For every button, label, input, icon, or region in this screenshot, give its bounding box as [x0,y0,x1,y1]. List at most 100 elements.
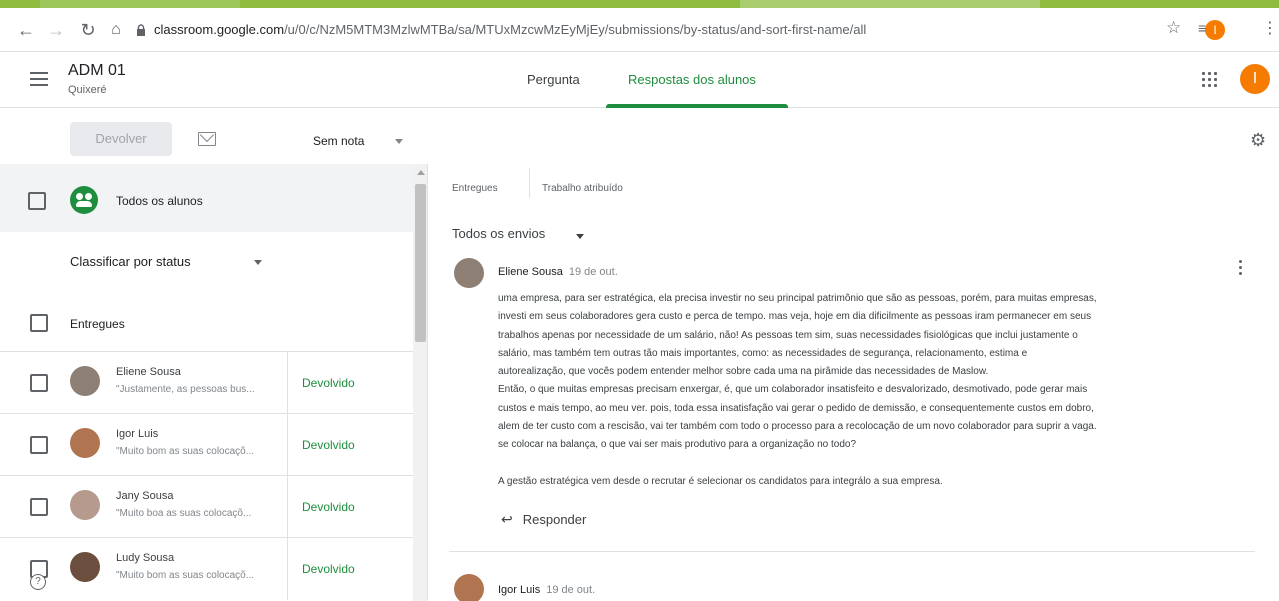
account-avatar[interactable]: I [1240,64,1270,94]
grading-toolbar: Devolver Sem nota ⚙ [0,108,1279,164]
scrollbar-thumb[interactable] [415,184,426,342]
stat-assigned-label: Trabalho atribuído [542,183,623,194]
chevron-down-icon[interactable] [576,234,584,239]
submission-date: 19 de out. [568,266,618,278]
submission-line: Então, o que muitas empresas precisam en… [498,384,1088,396]
submission-line: trabalhos apenas por necessidade de um s… [498,329,1078,341]
stat-submitted-label: Entregues [452,183,498,194]
student-name: Jany Sousa [116,490,174,502]
submission-author: Igor Luis 19 de out. [498,584,595,596]
avatar [454,574,484,601]
comment-preview: "Justamente, as pessoas bus... [116,384,255,395]
comment-preview: "Muito bom as suas colocaçõ... [116,446,255,457]
author-name: Eliene Sousa [498,266,563,278]
avatar [70,428,100,458]
assigned-count-partial: ˈ [544,164,550,176]
submission-line: alem de ter custo com a rescisão, vai te… [498,421,1097,433]
submission-line: investi em seus colaboradores gera custo… [498,311,1092,323]
scroll-up-icon[interactable] [417,170,425,175]
scrollbar[interactable] [413,164,427,601]
reply-icon: ↩ [501,511,513,527]
avatar [70,490,100,520]
column-divider [287,352,288,414]
stat-divider [529,168,530,198]
grade-select-value: Sem nota [313,134,365,148]
student-checkbox[interactable] [30,374,48,392]
submission-text: uma empresa, para ser estratégica, ela p… [498,290,1238,491]
submission-line: custos e mais tempo, ao meu ver. pois, t… [498,402,1094,414]
student-row[interactable]: Igor Luis "Muito bom as suas colocaçõ...… [0,413,413,476]
avatar [454,258,484,288]
submissions-filter-dropdown[interactable]: Todos os envios [452,226,545,241]
student-row[interactable]: Jany Sousa "Muito boa as suas colocaçõ..… [0,475,413,538]
comment-preview: "Muito boa as suas colocaçõ... [116,508,252,519]
address-bar[interactable]: classroom.google.com/u/0/c/NzM5MTM3MzlwM… [136,16,1236,44]
forward-icon[interactable]: → [44,18,68,42]
submission-line: salário, mas também tem outras tão mais … [498,347,1028,359]
submitted-count-partial: ‾‾ [453,164,465,176]
student-row[interactable]: Eliene Sousa "Justamente, as pessoas bus… [0,351,413,414]
browser-profile-avatar[interactable]: I [1205,20,1225,40]
chevron-down-icon[interactable] [254,260,262,265]
browser-tab[interactable] [40,0,240,8]
student-name: Ludy Sousa [116,552,175,564]
status-label: Devolvido [302,376,355,390]
submissions-panel: ‾‾ Entregues ˈ Trabalho atribuído Todos … [429,164,1279,601]
student-checkbox[interactable] [30,436,48,454]
status-label: Devolvido [302,562,355,576]
status-label: Devolvido [302,438,355,452]
author-name: Igor Luis [498,584,541,596]
email-icon[interactable] [198,132,216,146]
submission-line: uma empresa, para ser estratégica, ela p… [498,293,1097,304]
reload-icon[interactable]: ↻ [76,18,100,42]
classroom-header: ADM 01 Quixeré Pergunta Respostas dos al… [0,52,1279,108]
reply-button[interactable]: ↩ Responder [501,511,586,528]
student-name: Eliene Sousa [116,366,181,378]
student-name: Igor Luis [116,428,159,440]
submission-divider [449,551,1255,552]
status-label: Devolvido [302,500,355,514]
submission-line: autorealização, que vocês podem entender… [498,366,989,378]
more-options-icon[interactable] [1239,260,1243,276]
help-icon[interactable]: ? [30,574,46,590]
reply-label: Responder [522,512,587,527]
section-checkbox[interactable] [30,314,48,332]
select-all-checkbox[interactable] [28,192,46,210]
column-divider [287,538,288,600]
tab-student-answers[interactable]: Respostas dos alunos [628,72,756,87]
comment-preview: "Muito bom as suas colocaçõ... [116,570,255,581]
main-menu-icon[interactable] [30,72,48,86]
student-list-panel: Todos os alunos Classificar por status E… [0,164,428,601]
column-divider [287,476,288,538]
sort-dropdown[interactable]: Classificar por status [70,254,191,269]
class-title[interactable]: ADM 01 [68,62,126,80]
browser-menu-icon[interactable]: ⋮ [1262,18,1278,38]
gear-icon[interactable]: ⚙ [1250,130,1266,151]
browser-tab-area [740,0,1040,8]
avatar [70,552,100,582]
people-group-icon [70,186,98,214]
avatar [70,366,100,396]
grade-select[interactable]: Sem nota [313,134,405,148]
tab-question[interactable]: Pergunta [527,72,580,87]
student-row[interactable]: Ludy Sousa "Muito bom as suas colocaçõ..… [0,537,413,600]
home-icon[interactable]: ⌂ [104,18,128,42]
lock-icon [137,23,145,36]
column-divider [287,414,288,476]
url-host: classroom.google.com [154,22,285,37]
apps-grid-icon[interactable] [1202,72,1218,88]
all-students-label: Todos os alunos [116,194,203,208]
browser-toolbar: ← → ↻ ⌂ classroom.google.com/u/0/c/NzM5M… [0,8,1279,52]
back-icon[interactable]: ← [14,18,38,42]
submission-line: se colocar na balança, o que vai ser mai… [498,439,857,451]
return-button[interactable]: Devolver [70,122,172,156]
all-students-row[interactable]: Todos os alunos [0,164,413,232]
student-checkbox[interactable] [30,498,48,516]
submission-line [498,455,1238,473]
submission-line: A gestão estratégica vem desde o recruta… [498,475,943,487]
browser-top-strip [0,0,1279,8]
submission-author: Eliene Sousa 19 de out. [498,266,618,278]
url-path: /u/0/c/NzM5MTM3MzlwMTBa/sa/MTUxMzcwMzEyM… [284,22,867,37]
star-icon[interactable]: ☆ [1166,18,1181,38]
class-section: Quixeré [68,84,107,96]
